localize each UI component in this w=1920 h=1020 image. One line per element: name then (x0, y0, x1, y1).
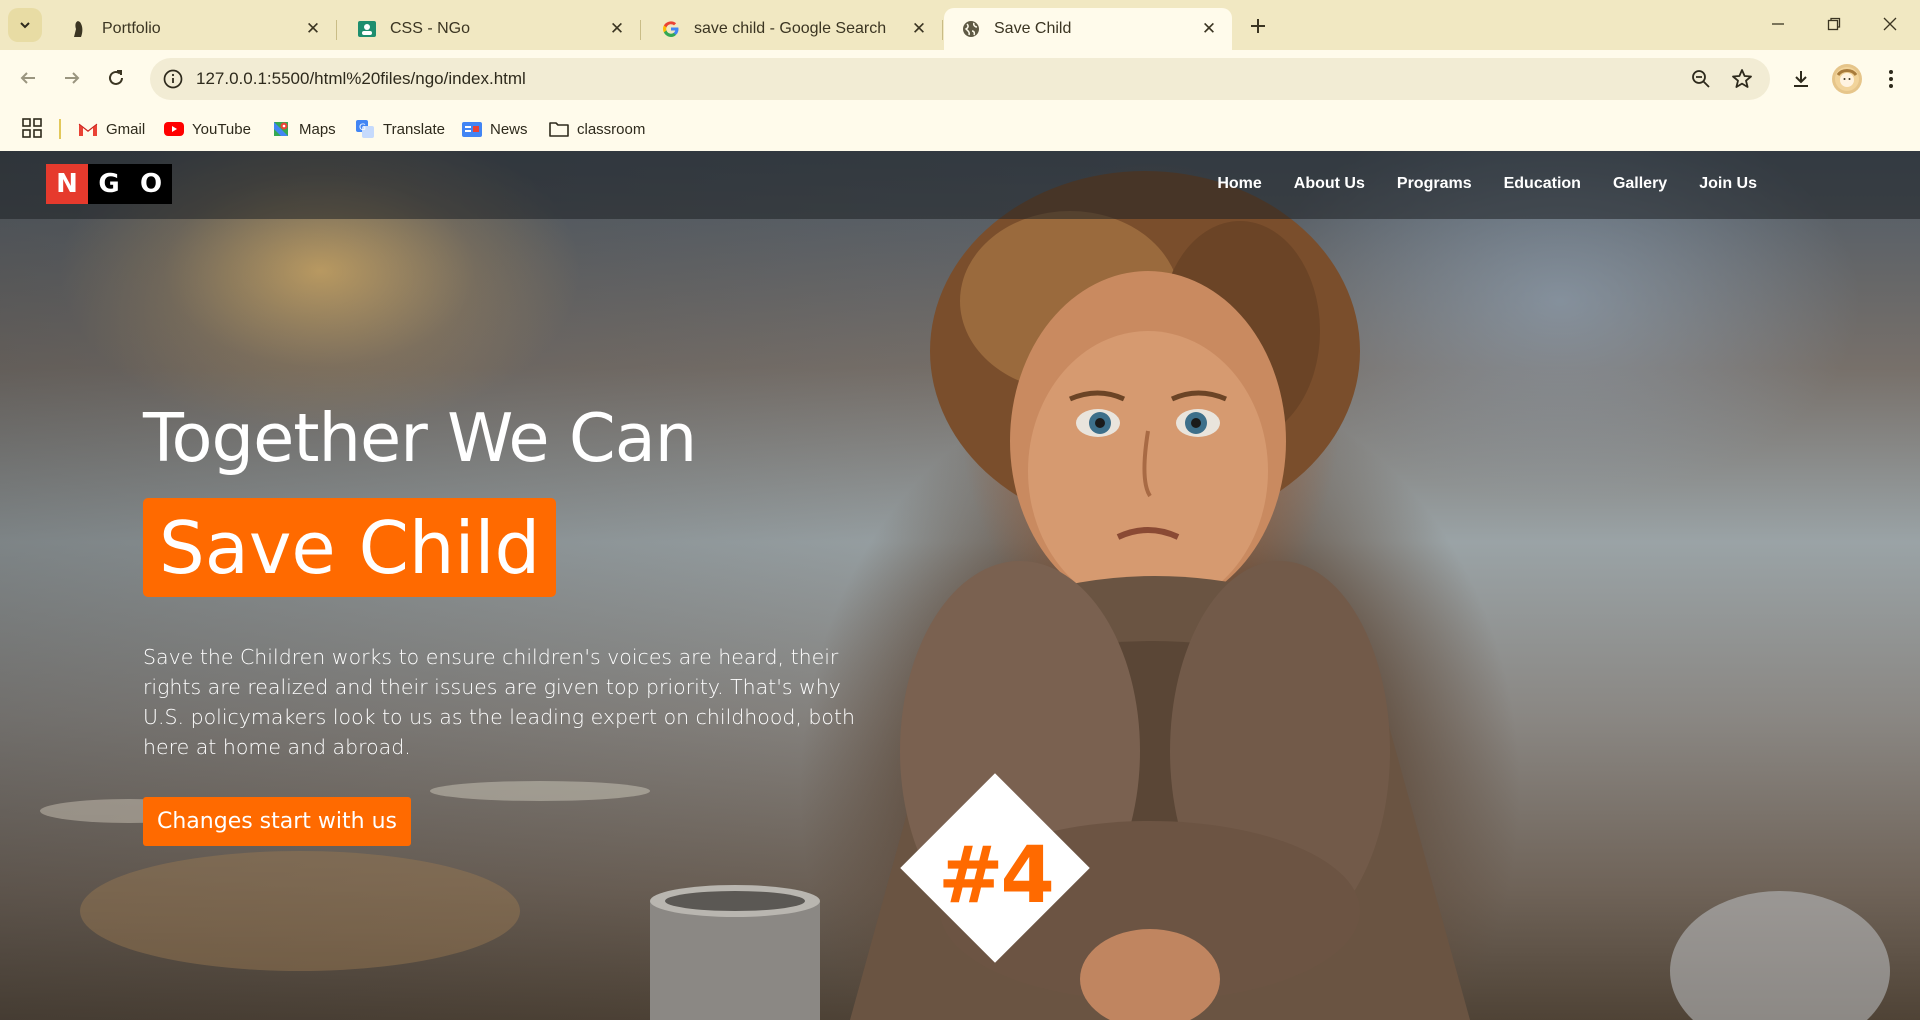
site-nav-menu: Home About Us Programs Education Gallery… (1217, 175, 1757, 193)
reload-button[interactable] (100, 62, 132, 94)
tab-title: Portfolio (102, 20, 161, 37)
kebab-menu-icon (1889, 70, 1893, 88)
bookmarks-divider (59, 119, 61, 139)
tab-google-search[interactable]: save child - Google Search ✕ (644, 8, 943, 50)
tab-strip: Portfolio ✕ CSS - NGo ✕ save child - Goo… (0, 0, 1920, 50)
portfolio-favicon-icon (70, 20, 88, 38)
tab-portfolio[interactable]: Portfolio ✕ (52, 8, 337, 50)
maps-icon (271, 120, 291, 138)
tab-search-button[interactable] (8, 8, 42, 42)
site-logo[interactable]: N G O (46, 164, 172, 204)
bookmark-label: Maps (299, 120, 336, 138)
nav-education[interactable]: Education (1504, 175, 1581, 193)
close-icon[interactable]: ✕ (1200, 19, 1218, 38)
nav-join-us[interactable]: Join Us (1699, 175, 1757, 193)
zoom-icon[interactable] (1690, 68, 1712, 90)
nav-home[interactable]: Home (1217, 175, 1261, 193)
svg-text:G: G (359, 123, 366, 133)
nav-about-us[interactable]: About Us (1294, 175, 1365, 193)
reload-icon (109, 70, 123, 85)
bookmark-news[interactable]: News (462, 115, 528, 143)
arrow-right-icon (65, 72, 80, 84)
google-favicon-icon (662, 20, 680, 38)
tab-css-ngo[interactable]: CSS - NGo ✕ (340, 8, 641, 50)
browser-toolbar: 127.0.0.1:5500/html%20files/ngo/index.ht… (0, 50, 1920, 107)
close-icon[interactable]: ✕ (304, 19, 322, 38)
site-info-icon[interactable] (162, 68, 184, 90)
close-icon (1883, 17, 1897, 31)
gmail-icon (78, 120, 98, 138)
bookmark-youtube[interactable]: YouTube (164, 115, 251, 143)
menu-button[interactable] (1876, 64, 1906, 94)
restore-icon (1827, 17, 1841, 31)
apps-grid-icon[interactable] (22, 118, 42, 138)
downloads-button[interactable] (1786, 64, 1816, 94)
tab-title: Save Child (994, 20, 1072, 37)
globe-icon (962, 20, 980, 38)
minimize-button[interactable] (1758, 6, 1798, 42)
hero-description: Save the Children works to ensure childr… (143, 645, 856, 759)
bookmarks-bar: Gmail YouTube Maps G Translate News clas… (0, 107, 1920, 151)
download-icon (1794, 71, 1808, 87)
news-icon (462, 120, 482, 138)
bookmark-star-icon[interactable] (1730, 67, 1754, 91)
bookmark-label: Gmail (106, 120, 146, 138)
logo-letter: G (88, 164, 130, 204)
tab-title: CSS - NGo (390, 20, 471, 37)
badge-number: #4 (938, 831, 1055, 921)
bookmark-label: classroom (577, 120, 646, 138)
bookmark-gmail[interactable]: Gmail (78, 115, 145, 143)
hero-title: Together We Can (143, 399, 697, 477)
translate-icon: G (355, 120, 375, 138)
site-header: N G O Home About Us Programs Education G… (0, 151, 1920, 219)
bookmark-label: YouTube (192, 120, 251, 138)
url-text[interactable]: 127.0.0.1:5500/html%20files/ngo/index.ht… (196, 69, 526, 89)
close-icon[interactable]: ✕ (608, 19, 626, 38)
logo-letter: N (46, 164, 88, 204)
bookmark-label: Translate (383, 120, 445, 138)
classroom-favicon-icon (358, 20, 376, 38)
nav-programs[interactable]: Programs (1397, 175, 1472, 193)
forward-button[interactable] (56, 62, 88, 94)
minimize-icon (1772, 23, 1784, 25)
nav-gallery[interactable]: Gallery (1613, 175, 1667, 193)
profile-avatar[interactable] (1832, 64, 1862, 94)
bookmark-translate[interactable]: G Translate (355, 115, 445, 143)
changes-start-button[interactable]: Changes start with us (143, 797, 411, 846)
folder-icon (549, 120, 569, 138)
logo-letter: O (130, 164, 172, 204)
chevron-down-icon (20, 22, 30, 29)
bookmark-folder-classroom[interactable]: classroom (549, 115, 645, 143)
page-viewport: N G O Home About Us Programs Education G… (0, 151, 1920, 1020)
avatar-icon (1835, 67, 1859, 91)
close-icon[interactable]: ✕ (910, 19, 928, 38)
back-button[interactable] (12, 62, 44, 94)
tab-title: save child - Google Search (694, 20, 887, 37)
youtube-icon (164, 120, 184, 138)
hero-highlight: Save Child (143, 498, 557, 597)
bookmark-maps[interactable]: Maps (271, 115, 336, 143)
new-tab-button[interactable] (1244, 12, 1272, 40)
address-bar[interactable]: 127.0.0.1:5500/html%20files/ngo/index.ht… (150, 58, 1770, 100)
close-window-button[interactable] (1870, 6, 1910, 42)
restore-button[interactable] (1814, 6, 1854, 42)
arrow-left-icon (20, 72, 35, 84)
plus-icon (1251, 19, 1265, 33)
tab-save-child[interactable]: Save Child ✕ (944, 8, 1232, 50)
bookmark-label: News (490, 120, 528, 138)
